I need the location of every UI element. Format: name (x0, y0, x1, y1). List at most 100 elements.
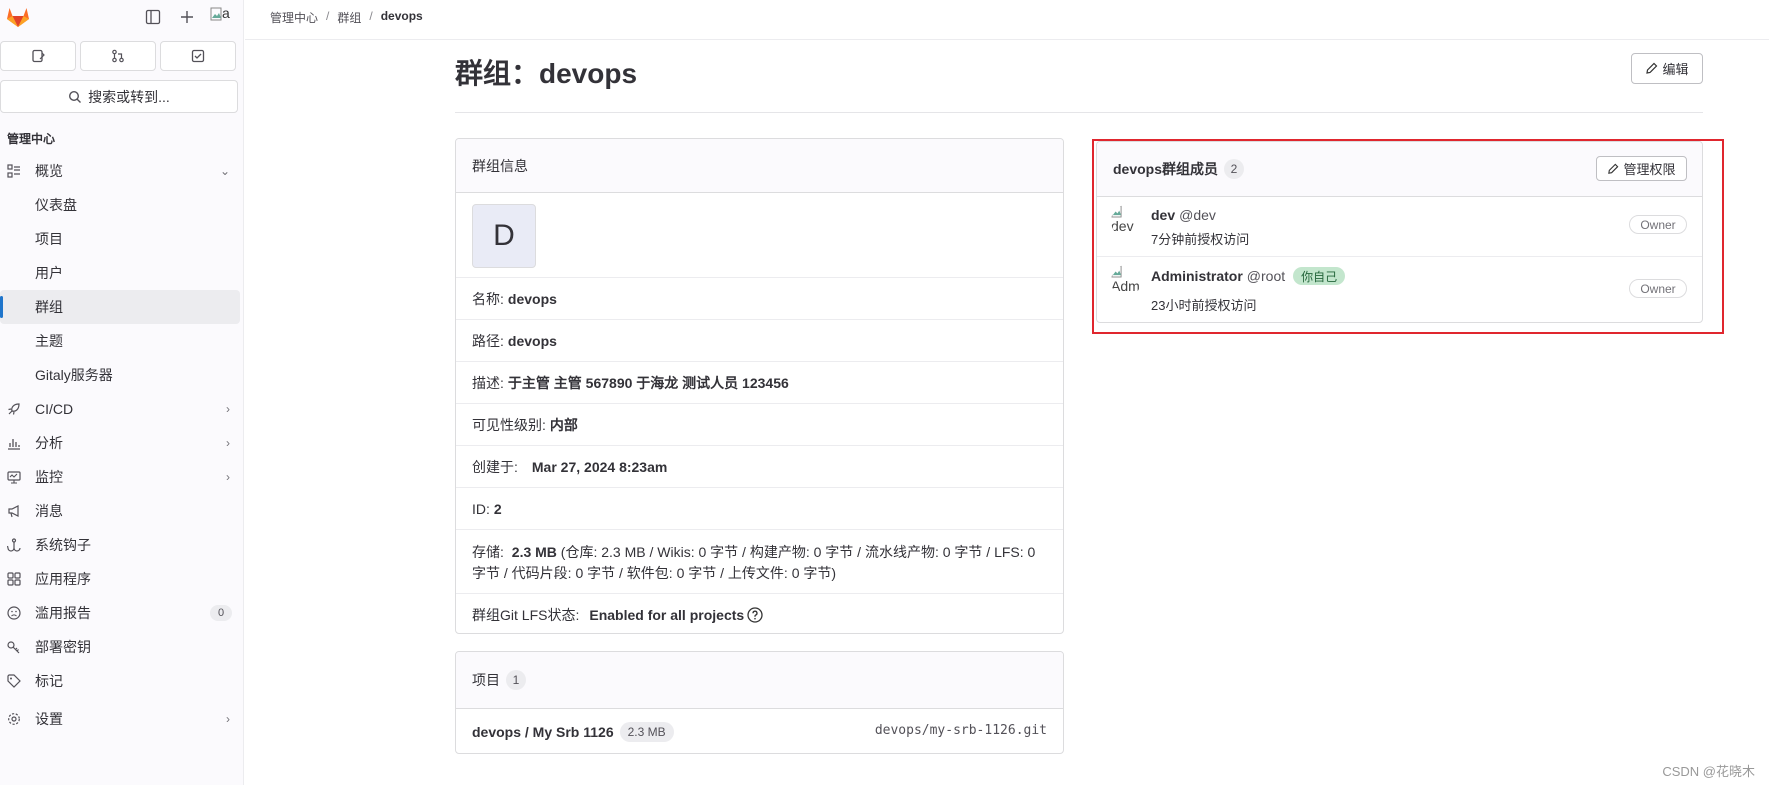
members-title: devops群组成员 (1113, 161, 1219, 177)
info-visibility-label: 可见性级别: (472, 416, 546, 433)
group-avatar: D (472, 204, 536, 268)
member-granted: 23小时前授权访问 (1151, 298, 1257, 313)
chevron-right-icon: › (226, 712, 230, 726)
project-link[interactable]: devops / My Srb 1126 (472, 724, 614, 740)
project-path: devops/my-srb-1126.git (874, 723, 1047, 738)
sidebar-item-gitaly[interactable]: Gitaly服务器 (0, 358, 244, 392)
sidebar-item-projects[interactable]: 项目 (0, 222, 244, 256)
chevron-right-icon: › (226, 402, 230, 416)
hook-icon (6, 537, 22, 553)
sidebar-item-label: 监控 (35, 469, 63, 485)
edit-button-label: 编辑 (1662, 62, 1689, 77)
info-description-value: 于主管 主管 567890 于海龙 测试人员 123456 (507, 374, 789, 391)
sidebar-top: a (0, 0, 244, 34)
sidebar-item-monitoring[interactable]: 监控 › (0, 460, 244, 494)
abuse-count-badge: 0 (210, 605, 232, 621)
sidebar-item-messages[interactable]: 消息 (0, 494, 244, 528)
plus-icon[interactable] (177, 7, 197, 27)
chart-icon (6, 435, 22, 451)
member-role-badge: Owner (1629, 279, 1687, 298)
chevron-right-icon: › (226, 470, 230, 484)
self-badge: 你自己 (1293, 267, 1346, 285)
help-icon[interactable] (747, 607, 763, 623)
breadcrumb-admin[interactable]: 管理中心 (270, 9, 318, 26)
merge-request-icon (112, 49, 124, 63)
sidebar-item-users[interactable]: 用户 (0, 256, 244, 290)
info-description-label: 描述: (472, 374, 504, 391)
member-avatar[interactable]: Adm (1111, 265, 1141, 297)
info-visibility-row: 可见性级别: 内部 (456, 404, 1063, 446)
info-name-label: 名称: (472, 290, 504, 307)
sidebar-item-deploy-keys[interactable]: 部署密钥 (0, 630, 244, 664)
sidebar-toggle-icon[interactable] (143, 7, 163, 27)
watermark: CSDN @花晓木 (1662, 764, 1755, 779)
sidebar-item-abuse-reports[interactable]: 滥用报告 0 (0, 596, 244, 630)
member-username: @root (1246, 268, 1286, 284)
info-lfs-row: 群组Git LFS状态: Enabled for all projects (456, 594, 1063, 633)
member-name[interactable]: Administrator (1151, 268, 1243, 284)
sidebar-item-dashboard[interactable]: 仪表盘 (0, 188, 244, 222)
breadcrumb-groups[interactable]: 群组 (337, 9, 361, 26)
sidebar-section-title: 管理中心 (7, 132, 56, 146)
pencil-icon (1646, 62, 1658, 74)
member-row: dev dev @dev 7分钟前授权访问 Owner (1097, 197, 1702, 257)
member-username: @dev (1179, 207, 1216, 223)
sidebar-item-applications[interactable]: 应用程序 (0, 562, 244, 596)
info-path-label: 路径: (472, 332, 504, 349)
sidebar-item-analytics[interactable]: 分析 › (0, 426, 244, 460)
label-icon (6, 673, 22, 689)
rocket-icon (6, 401, 22, 417)
search-button[interactable]: 搜索或转到... (0, 80, 238, 113)
info-name-row: 名称: devops (456, 278, 1063, 320)
manage-permissions-button[interactable]: 管理权限 (1596, 156, 1687, 181)
info-path-value: devops (507, 332, 557, 349)
issues-icon (32, 49, 45, 63)
search-icon (69, 90, 82, 103)
sidebar-item-labels[interactable]: 标记 (0, 664, 244, 698)
member-avatar[interactable]: dev (1111, 205, 1141, 237)
bullhorn-icon (6, 503, 22, 519)
sidebar-item-system-hooks[interactable]: 系统钩子 (0, 528, 244, 562)
user-avatar-alt: a (222, 5, 230, 21)
abuse-icon (6, 605, 22, 621)
info-id-row: ID: 2 (456, 488, 1063, 530)
sidebar-item-label: Gitaly服务器 (35, 367, 113, 383)
sidebar-item-cicd[interactable]: CI/CD › (0, 392, 244, 426)
sidebar-item-label: 用户 (35, 265, 63, 281)
project-row: devops / My Srb 1126 2.3 MB devops/my-sr… (456, 709, 1063, 753)
info-created-value: Mar 27, 2024 8:23am (531, 458, 668, 475)
sidebar-item-label: 应用程序 (35, 571, 91, 587)
gitlab-logo-icon[interactable] (6, 6, 30, 28)
group-info-header: 群组信息 (456, 139, 1063, 193)
member-name[interactable]: dev (1151, 207, 1175, 223)
info-description-row: 描述: 于主管 主管 567890 于海龙 测试人员 123456 (456, 362, 1063, 404)
member-avatar-alt: dev (1111, 218, 1134, 234)
group-info-card: 群组信息 D 名称: devops 路径: devops 描述: 于主管 主管 567… (455, 138, 1064, 634)
info-storage-row: 存储: 2.3 MB (仓库: 2.3 MB / Wikis: 0 字节 / 构… (456, 530, 1063, 594)
member-role-badge: Owner (1629, 215, 1687, 234)
issues-tab[interactable] (0, 41, 76, 71)
sidebar-item-topics[interactable]: 主题 (0, 324, 244, 358)
member-avatar-alt: Adm (1111, 278, 1140, 294)
search-label: 搜索或转到... (88, 88, 170, 105)
user-avatar[interactable]: a (210, 5, 236, 29)
todos-tab[interactable] (160, 41, 236, 71)
title-divider (455, 112, 1703, 113)
member-row: Adm Administrator @root 你自己 23小时前授权访问 Ow… (1097, 257, 1702, 322)
info-storage-label: 存储: (472, 544, 504, 560)
sidebar-item-overview[interactable]: 概览 ⌄ (0, 154, 244, 188)
gear-icon (6, 711, 22, 727)
breadcrumb-current[interactable]: devops (381, 9, 423, 26)
info-lfs-label: 群组Git LFS状态: (472, 607, 580, 623)
merge-requests-tab[interactable] (80, 41, 156, 71)
sidebar-item-label: 部署密钥 (35, 639, 91, 655)
manage-permissions-label: 管理权限 (1623, 162, 1676, 177)
projects-count-badge: 1 (506, 670, 526, 690)
edit-button[interactable]: 编辑 (1631, 53, 1703, 84)
sidebar-item-settings[interactable]: 设置 › (0, 702, 244, 736)
info-created-row: 创建于: Mar 27, 2024 8:23am (456, 446, 1063, 488)
sidebar-item-groups[interactable]: 群组 (0, 290, 240, 324)
sidebar-item-label: 项目 (35, 231, 63, 247)
info-name-value: devops (507, 290, 557, 307)
members-card: devops群组成员 2 管理权限 dev dev @dev 7分钟前授权访问 … (1096, 141, 1703, 323)
